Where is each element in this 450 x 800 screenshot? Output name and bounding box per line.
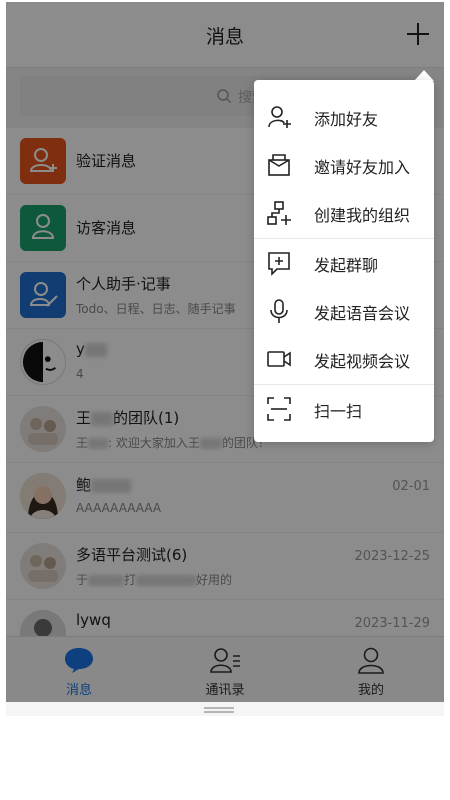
scan-icon [266,396,292,422]
microphone-icon [266,298,292,324]
drag-handle[interactable] [6,702,444,716]
menu-item-label: 邀请好友加入 [314,158,411,177]
group-chat-icon [266,250,292,276]
drag-handle-icon [204,707,234,709]
menu-item-group-chat[interactable]: 发起群聊 [254,238,434,286]
add-friend-icon [266,104,292,130]
menu-item-label: 扫一扫 [314,402,363,421]
invite-mail-icon [266,152,292,178]
menu-item-voice-meeting[interactable]: 发起语音会议 [254,286,434,334]
menu-item-scan[interactable]: 扫一扫 [254,384,434,432]
menu-item-add-friend[interactable]: 添加好友 [254,92,434,140]
menu-item-create-org[interactable]: 创建我的组织 [254,188,434,236]
menu-item-label: 添加好友 [314,110,379,129]
video-camera-icon [266,346,292,372]
menu-item-video-meeting[interactable]: 发起视频会议 [254,334,434,382]
menu-item-invite[interactable]: 邀请好友加入 [254,140,434,188]
menu-item-label: 发起视频会议 [314,352,411,371]
menu-item-label: 创建我的组织 [314,206,411,225]
create-org-icon [266,200,292,226]
menu-item-label: 发起群聊 [314,256,379,275]
menu-item-label: 发起语音会议 [314,304,411,323]
plus-dropdown-menu: 添加好友 邀请好友加入 创建我的组织 发起群聊 发起语音会议 发起视频会议 扫一… [254,80,434,442]
